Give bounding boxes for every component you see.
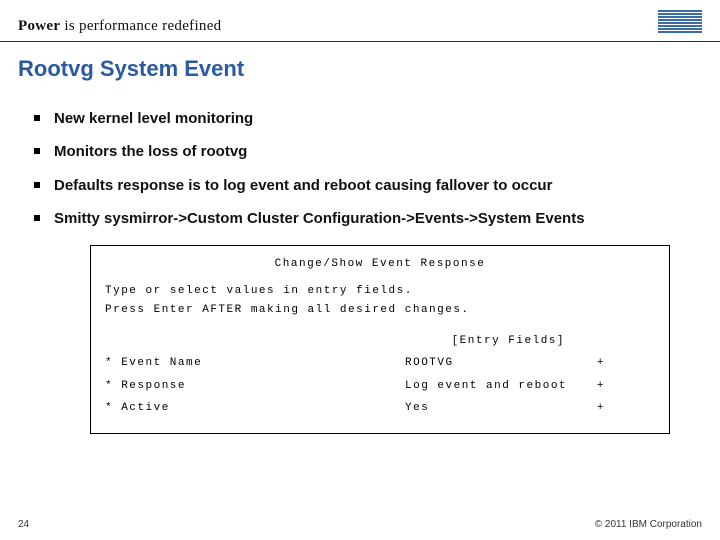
bullet-list: New kernel level monitoring Monitors the… (0, 90, 720, 229)
field-label: * Response (105, 378, 405, 395)
page-number: 24 (18, 519, 29, 530)
entry-fields-header: [Entry Fields] (105, 333, 655, 350)
tagline-rest: is performance redefined (60, 18, 221, 34)
list-item: Defaults response is to log event and re… (40, 176, 698, 196)
plus-icon: + (585, 400, 605, 417)
field-value: Yes (405, 400, 585, 417)
panel-row: * Active Yes + (105, 400, 655, 417)
tagline-bold: Power (18, 18, 60, 34)
panel-row: * Response Log event and reboot + (105, 378, 655, 395)
field-value: ROOTVG (405, 355, 585, 372)
panel-intro-2: Press Enter AFTER making all desired cha… (105, 302, 655, 319)
field-value: Log event and reboot (405, 378, 585, 395)
panel-title: Change/Show Event Response (105, 256, 655, 273)
panel-row: * Event Name ROOTVG + (105, 355, 655, 372)
terminal-panel: Change/Show Event Response Type or selec… (90, 245, 670, 434)
panel-intro-1: Type or select values in entry fields. (105, 283, 655, 300)
slide-title: Rootvg System Event (0, 42, 720, 90)
field-label: * Active (105, 400, 405, 417)
ibm-logo (658, 10, 702, 35)
slide-footer: 24 © 2011 IBM Corporation (0, 519, 720, 530)
plus-icon: + (585, 378, 605, 395)
plus-icon: + (585, 355, 605, 372)
tagline: Power is performance redefined (18, 18, 221, 35)
slide-header: Power is performance redefined (0, 0, 720, 42)
list-item: Smitty sysmirror->Custom Cluster Configu… (40, 209, 698, 229)
list-item: Monitors the loss of rootvg (40, 142, 698, 162)
list-item: New kernel level monitoring (40, 109, 698, 129)
field-label: * Event Name (105, 355, 405, 372)
copyright: © 2011 IBM Corporation (595, 519, 702, 530)
